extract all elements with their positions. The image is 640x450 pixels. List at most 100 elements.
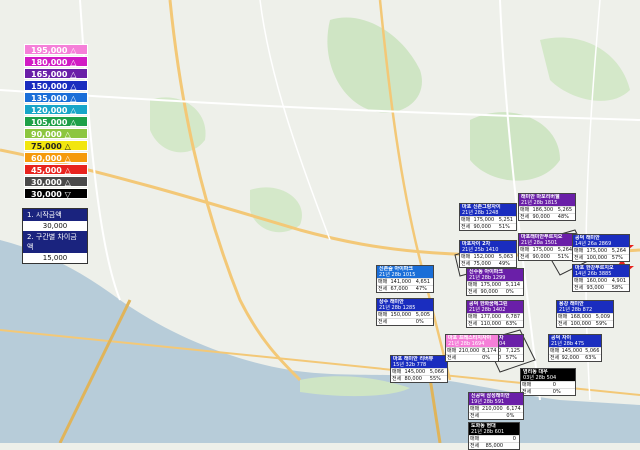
card-cell: 175,000: [531, 246, 557, 254]
card-cell: 전세: [377, 318, 390, 325]
legend-row: 105,000 △: [24, 116, 88, 127]
card-row: 매매 0: [469, 435, 519, 443]
card-16[interactable]: 염리동 대우 03년 28b 504 매매 0 전세 0%: [520, 368, 576, 396]
card-cell: 0%: [551, 388, 575, 395]
card-row: 매매 141,000 4,651: [377, 278, 433, 286]
card-13[interactable]: 공덕 자이 21년 28b 475 매매 145,000 5,066 전세 92,000 63…: [548, 334, 602, 362]
card-cell: 전세: [460, 223, 473, 230]
card-cell: 0: [551, 381, 575, 389]
card-15[interactable]: 마포 프레스티지자이 21년 28b 1694 매매 210,000 8,174 전세 0%: [445, 334, 499, 362]
card-cell: 175,000: [479, 281, 505, 289]
card-cell: 90,000: [472, 223, 498, 230]
card-cell: 5,066: [428, 368, 447, 376]
card-row: 전세 93,000 58%: [573, 284, 629, 291]
card-cell: 매매: [377, 311, 390, 319]
card-cell: 0%: [504, 288, 523, 295]
card-row: 매매 175,000 5,114: [467, 281, 523, 289]
card-cell: 85,000: [484, 442, 512, 449]
card-cell: 매매: [521, 381, 548, 389]
card-cell: 전세: [469, 412, 482, 419]
card-cell: 매매: [460, 216, 473, 224]
legend-row: 180,000 △: [24, 56, 88, 67]
card-cell: 210,000: [481, 405, 506, 413]
card-cell: [389, 318, 415, 325]
legend-row: 135,000 △: [24, 92, 88, 103]
legend-row: 150,000 △: [24, 80, 88, 91]
card-cell: 0%: [414, 318, 433, 325]
card-row: 매매 152,000 5,063: [460, 253, 516, 261]
card-row: 전세 75,000 49%: [460, 260, 516, 267]
card-9[interactable]: 상수 래미안 21년 28b 1285 매매 150,000 5,005 전세 0%: [376, 298, 434, 326]
card-cell: 100,000: [569, 320, 595, 327]
card-row: 매매 210,000 8,174: [446, 347, 498, 355]
card-cell: 75,000: [472, 260, 498, 267]
card-cell: 145,000: [560, 347, 585, 355]
card-cell: 전세: [549, 354, 561, 361]
card-row: 전세 0%: [469, 412, 523, 419]
card-row: 매매 210,000 6,174: [469, 405, 523, 413]
legend-row: 120,000 △: [24, 104, 88, 115]
price-legend: 195,000 △ 180,000 △ 165,000 △ 150,000 △ 135,…: [24, 44, 88, 200]
card-cell: 5,264: [610, 247, 629, 255]
card-row: 매매 175,000 5,264: [573, 247, 629, 255]
card-row: 매매 160,000 4,901: [573, 277, 629, 285]
card-7[interactable]: 마포 한강푸르지오 14년 26b 3885 매매 160,000 4,901 전세 93,…: [572, 264, 630, 292]
card-cell: 63%: [504, 320, 523, 327]
card-cell: 175,000: [585, 247, 611, 255]
card-3[interactable]: 마포 신촌그랑자이 21년 28b 1248 매매 175,000 5,251 전세 90,…: [459, 203, 517, 231]
card-cell: 168,000: [569, 313, 595, 321]
card-4[interactable]: 마포자이 2차 21년 25b 1410 매매 152,000 5,063 전세 75,00…: [459, 240, 517, 268]
card-cell: 100,000: [585, 254, 611, 261]
legend-row: 75,000 △: [24, 140, 88, 151]
card-cell: 5,114: [504, 281, 523, 289]
card-6[interactable]: 공덕 래미안 14년 26a 2869 매매 175,000 5,264 전세 100,00…: [572, 234, 630, 262]
card-cell: 141,000: [389, 278, 415, 286]
legend-row: 165,000 △: [24, 68, 88, 79]
card-cell: 매매: [573, 247, 586, 255]
price-interval-box: 1. 시작금액 30,000 2. 구간별 차이금액 15,000: [22, 208, 88, 264]
legend-row: 90,000 △: [24, 128, 88, 139]
card-cell: 6,787: [504, 313, 523, 321]
card-cell: 전세: [557, 320, 570, 327]
interval-amount-value: 15,000: [42, 254, 68, 262]
card-row: 매매 145,000 5,066: [391, 368, 447, 376]
card-cell: 49%: [497, 260, 516, 267]
card-row: 전세 90,000 0%: [467, 288, 523, 295]
card-cell: 매매: [519, 246, 532, 254]
card-cell: 5,063: [497, 253, 516, 261]
card-8[interactable]: 신수동 아이파크 21년 28b 1299 매매 175,000 5,114 전세 90,0…: [466, 268, 524, 296]
card-cell: 58%: [610, 284, 629, 291]
card-cell: 매매: [469, 435, 485, 443]
card-12[interactable]: 용강 래미안 21년 28b 872 매매 168,000 5,009 전세 100,000…: [556, 300, 614, 328]
card-10[interactable]: 공덕 한화꿈에그린 21년 28b 1402 매매 177,000 6,787 전세 110…: [466, 300, 524, 328]
card-row: 전세 90,000 51%: [519, 253, 575, 260]
card-1[interactable]: 래미안 마포리버웰 21년 28b 1815 매매 186,300 5,265 전세 90,…: [518, 193, 576, 221]
card-row: 매매 150,000 5,005: [377, 311, 433, 319]
card-18[interactable]: 도화동 현대 21년 28b 601 매매 0 전세 85,000: [468, 422, 520, 450]
card-cell: 0%: [505, 412, 523, 419]
card-cell: 매매: [467, 281, 480, 289]
card-row: 전세 90,000 48%: [519, 213, 575, 220]
card-cell: 매매: [549, 347, 561, 355]
card-row: 매매 177,000 6,787: [467, 313, 523, 321]
card-cell: 5,265: [556, 206, 575, 214]
card-row: 전세 90,000 51%: [460, 223, 516, 230]
card-5[interactable]: 신촌숲 아이파크 21년 28b 1015 매매 141,000 4,651 전세 67,0…: [376, 265, 434, 293]
card-2[interactable]: 마포래미안푸르지오 21년 28a 1501 매매 175,000 5,264 전세 90,…: [518, 233, 576, 261]
card-cell: 4,901: [610, 277, 629, 285]
legend-row: 60,000 △: [24, 152, 88, 163]
card-cell: 80,000: [403, 375, 429, 382]
card-17[interactable]: 신공덕 삼성래미안 19년 28b 591 매매 210,000 6,174 전세 0%: [468, 392, 524, 420]
card-cell: 5,066: [584, 347, 601, 355]
card-cell: 152,000: [472, 253, 498, 261]
card-cell: [481, 412, 506, 419]
card-cell: 57%: [610, 254, 629, 261]
card-cell: 전세: [521, 388, 548, 395]
card-cell: 전세: [460, 260, 473, 267]
card-cell: 63%: [584, 354, 601, 361]
card-cell: 전세: [469, 442, 485, 449]
card-14[interactable]: 마포 래미안 리버뷰 15년 32b 778 매매 145,000 5,066 전세 80,…: [390, 355, 448, 383]
start-amount-value: 30,000: [42, 222, 68, 230]
card-row: 전세 100,000 59%: [557, 320, 613, 327]
card-cell: 전세: [519, 213, 532, 220]
